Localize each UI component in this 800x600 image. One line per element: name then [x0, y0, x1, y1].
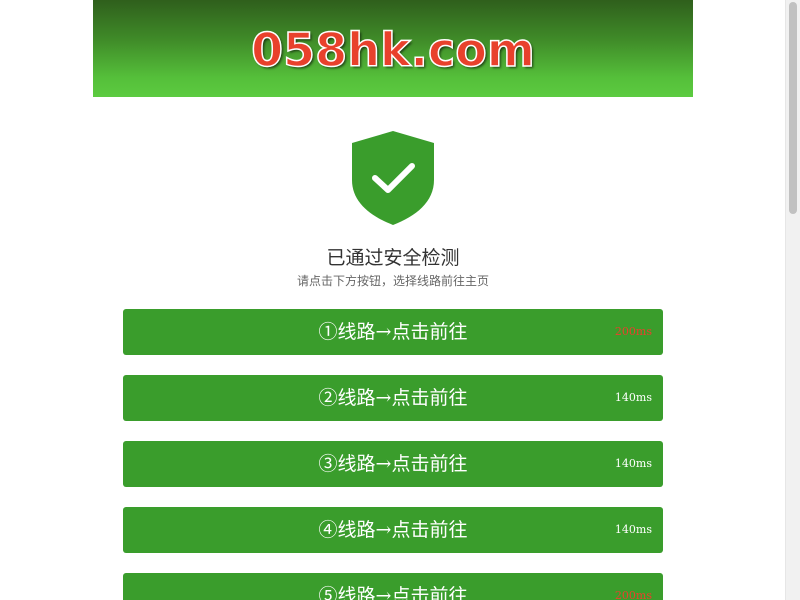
- line-2-label: ②线路→点击前往: [318, 387, 468, 409]
- line-4-button[interactable]: ④线路→点击前往 140ms: [123, 507, 663, 553]
- line-5-latency: 200ms: [614, 589, 652, 600]
- shield-check-icon: [352, 131, 434, 225]
- line-5-label: ⑤线路→点击前往: [318, 585, 468, 600]
- line-3-latency: 140ms: [614, 457, 652, 470]
- line-3-label: ③线路→点击前往: [318, 453, 468, 475]
- line-2-button[interactable]: ②线路→点击前往 140ms: [123, 375, 663, 421]
- line-5-button[interactable]: ⑤线路→点击前往 200ms: [123, 573, 663, 600]
- content-container: 058hk.com 已通过安全检测 请点击下方按钮，选择线路前往主页 ①线路→点…: [93, 0, 693, 600]
- verification-subtitle: 请点击下方按钮，选择线路前往主页: [296, 274, 489, 288]
- verification-title: 已通过安全检测: [326, 247, 460, 269]
- line-1-button[interactable]: ①线路→点击前往 200ms: [123, 309, 663, 355]
- site-logo: 058hk.com: [250, 22, 535, 78]
- line-3-button[interactable]: ③线路→点击前往 140ms: [123, 441, 663, 487]
- header-banner: 058hk.com: [93, 0, 693, 97]
- scrollbar-thumb[interactable]: [789, 2, 797, 214]
- line-4-label: ④线路→点击前往: [318, 519, 468, 541]
- line-4-latency: 140ms: [614, 523, 652, 536]
- page: 058hk.com 已通过安全检测 请点击下方按钮，选择线路前往主页 ①线路→点…: [0, 0, 800, 600]
- line-2-latency: 140ms: [614, 391, 652, 404]
- line-1-label: ①线路→点击前往: [318, 321, 468, 343]
- vertical-scrollbar[interactable]: [785, 0, 800, 600]
- line-1-latency: 200ms: [614, 325, 652, 338]
